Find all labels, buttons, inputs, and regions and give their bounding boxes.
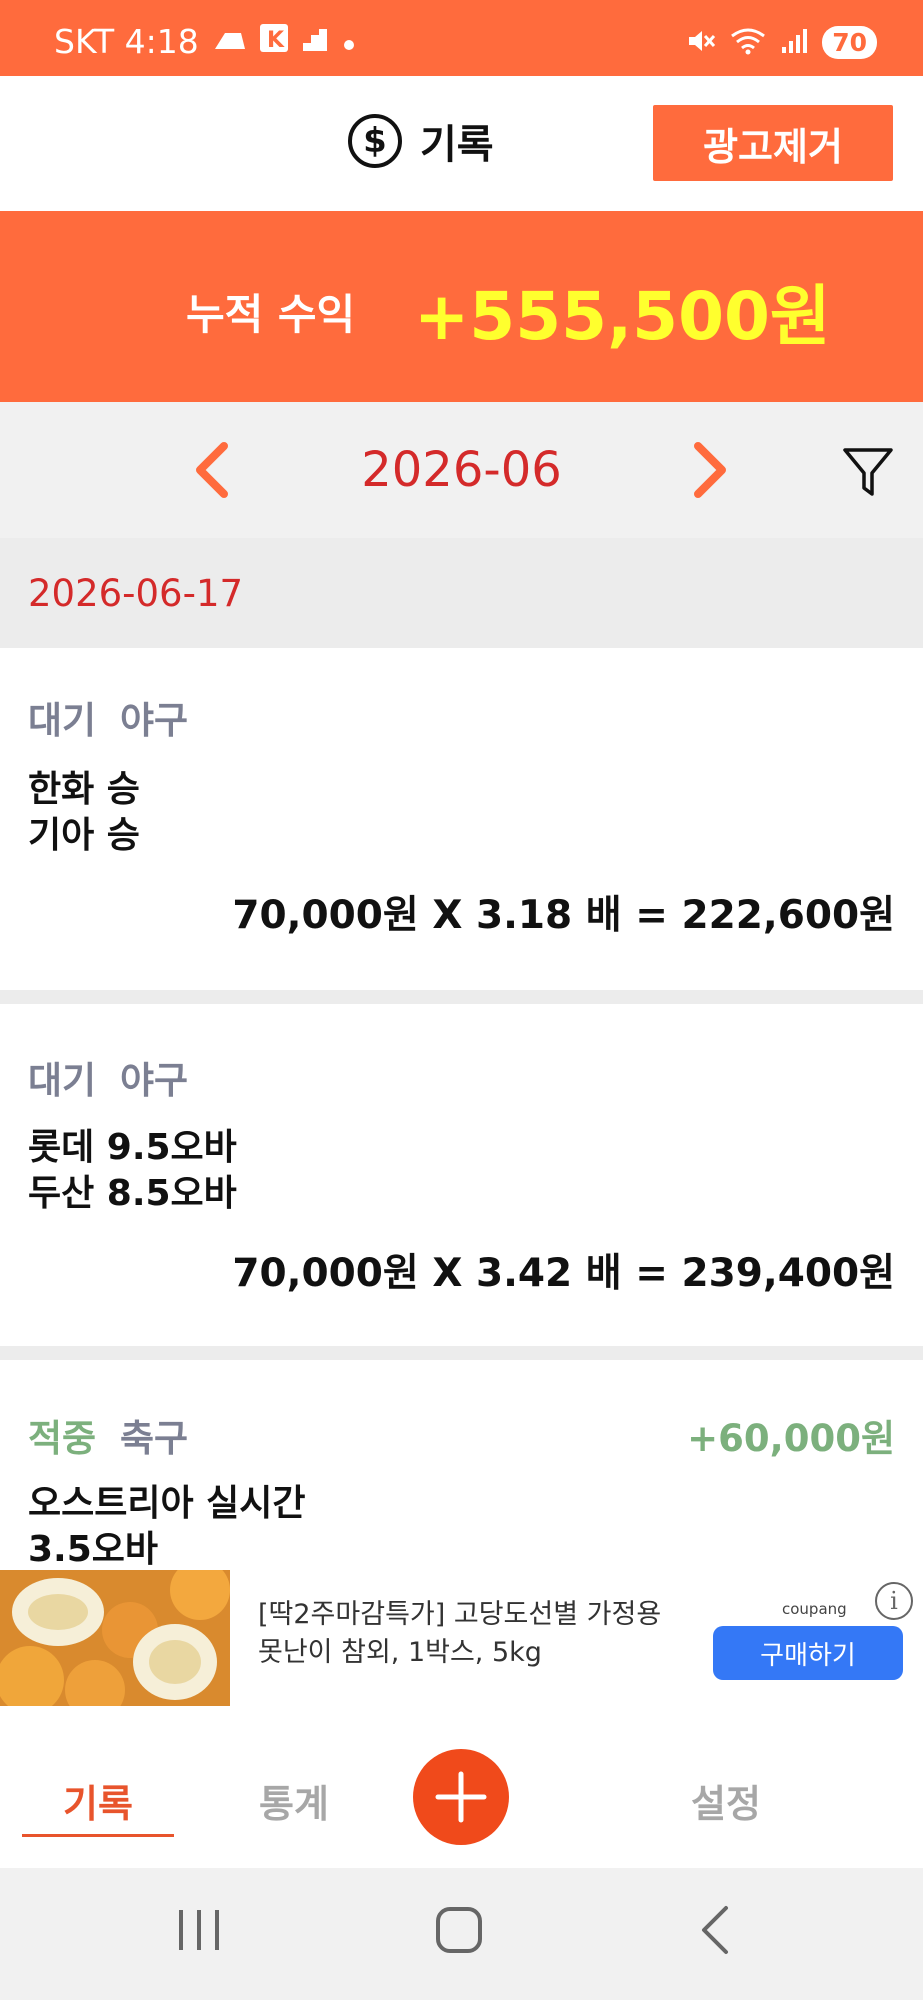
cumulative-profit-banner: 누적 수익 +555,500원: [0, 211, 923, 402]
record-item[interactable]: 대기 야구 롯데 9.5오바 두산 8.5오바 70,000원 X 3.42 배…: [0, 1004, 923, 1346]
back-icon[interactable]: [698, 1904, 732, 1960]
remove-ads-button[interactable]: 광고제거: [653, 105, 893, 181]
mute-icon: [686, 27, 716, 59]
ad-text-line2: 못난이 참외, 1박스, 5kg: [258, 1637, 542, 1668]
tab-settings[interactable]: 설정: [650, 1732, 802, 1868]
k-icon: K: [259, 22, 289, 61]
dollar-icon: $: [348, 114, 402, 168]
add-record-button[interactable]: [413, 1749, 509, 1845]
ad-info-icon[interactable]: i: [875, 1582, 913, 1620]
record-calculation: 70,000원 X 3.18 배 = 222,600원: [232, 893, 895, 938]
tab-records[interactable]: 기록: [22, 1732, 174, 1868]
record-status: 적중: [28, 1417, 97, 1460]
record-status: 대기: [28, 699, 97, 742]
plus-icon: [435, 1771, 487, 1823]
cumulative-profit-label: 누적 수익: [186, 290, 356, 339]
active-tab-indicator: [22, 1834, 174, 1837]
record-item[interactable]: 적중 축구 +60,000원 오스트리아 실시간 3.5오바: [0, 1360, 923, 1570]
coupang-logo: coupang: [782, 1600, 847, 1618]
wifi-icon: [730, 27, 766, 59]
buy-button[interactable]: 구매하기: [713, 1626, 903, 1680]
chart-icon: [301, 22, 329, 61]
signal-icon: [780, 27, 808, 59]
chevron-right-icon[interactable]: [680, 442, 736, 498]
carrier-time: SKT 4:18: [54, 22, 199, 61]
record-pick-line2: 3.5오바: [28, 1529, 159, 1570]
record-pick-line1: 오스트리아 실시간: [28, 1483, 306, 1524]
bottom-navigation: 기록 통계 설정: [0, 1732, 923, 1868]
date-label: 2026-06-17: [28, 572, 244, 615]
recent-apps-icon[interactable]: [176, 1904, 222, 1960]
status-left: SKT 4:18 K: [54, 22, 357, 61]
page-title: 기록: [420, 122, 494, 168]
filter-icon[interactable]: [842, 446, 894, 502]
ad-text[interactable]: [딱2주마감특가] 고당도선별 가정용 못난이 참외, 1박스, 5kg: [258, 1596, 661, 1672]
record-item[interactable]: 대기 야구 한화 승 기아 승 70,000원 X 3.18 배 = 222,6…: [0, 648, 923, 990]
battery-icon: 70: [822, 26, 877, 59]
record-pick-line2: 두산 8.5오바: [28, 1173, 237, 1214]
ad-product-image[interactable]: [0, 1570, 230, 1706]
app-header: $ 기록 광고제거: [0, 76, 923, 211]
record-divider: [0, 990, 923, 1004]
svg-text:K: K: [267, 28, 285, 53]
record-divider: [0, 1346, 923, 1360]
ad-text-line1: [딱2주마감특가] 고당도선별 가정용: [258, 1599, 662, 1630]
title-wrap: $ 기록: [348, 112, 494, 170]
record-calculation: 70,000원 X 3.42 배 = 239,400원: [232, 1251, 895, 1296]
record-sport: 축구: [120, 1417, 189, 1460]
ad-banner[interactable]: [딱2주마감특가] 고당도선별 가정용 못난이 참외, 1박스, 5kg cou…: [0, 1570, 923, 1706]
record-profit: +60,000원: [687, 1417, 895, 1460]
month-navigator: 2026-06: [0, 402, 923, 538]
home-icon[interactable]: [434, 1904, 486, 1960]
record-status: 대기: [28, 1059, 97, 1102]
dot-icon: [341, 22, 357, 61]
status-bar: SKT 4:18 K 70: [0, 0, 923, 76]
record-sport: 야구: [120, 1059, 189, 1102]
tab-stats[interactable]: 통계: [218, 1732, 370, 1868]
month-label: 2026-06: [361, 442, 562, 498]
date-group-header: 2026-06-17: [0, 538, 923, 648]
record-pick-line1: 한화 승: [28, 769, 140, 810]
chevron-left-icon[interactable]: [186, 442, 242, 498]
cumulative-profit-value: +555,500원: [414, 278, 831, 355]
record-pick-line2: 기아 승: [28, 815, 140, 856]
status-right: 70: [686, 26, 877, 59]
cloud-icon: [211, 22, 247, 61]
record-sport: 야구: [120, 699, 189, 742]
record-pick-line1: 롯데 9.5오바: [28, 1127, 237, 1168]
system-navigation-bar: [0, 1868, 923, 2000]
